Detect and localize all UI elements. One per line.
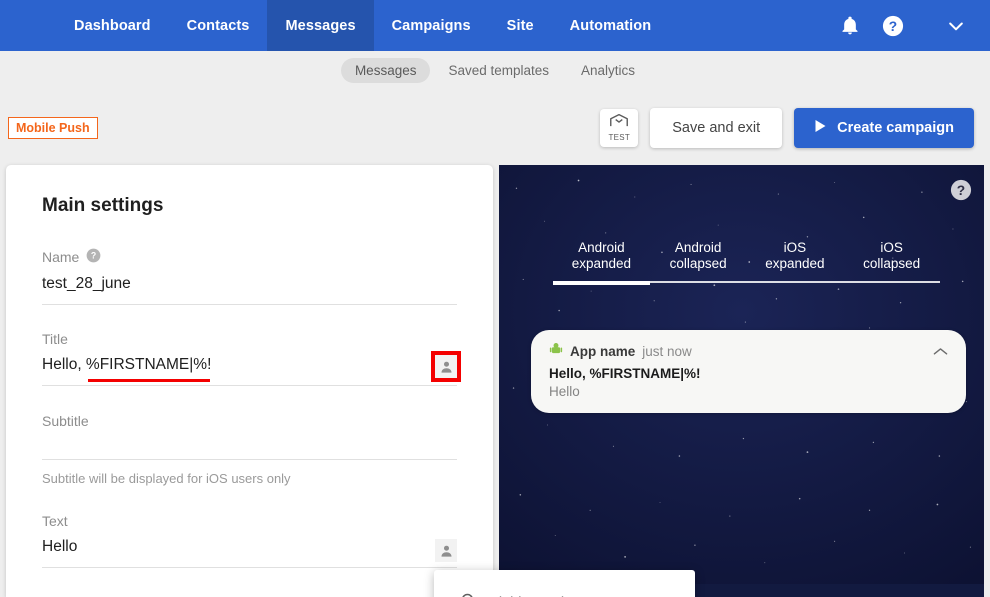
field-title-label: Title (42, 331, 457, 347)
preview-tabs: Android expanded Android collapsed iOS e… (553, 240, 940, 285)
field-subtitle-label: Subtitle (42, 413, 457, 429)
nav-item-automation[interactable]: Automation (552, 0, 670, 51)
play-triangle-icon (814, 119, 827, 137)
preview-tab-line2: collapsed (863, 256, 921, 271)
chevron-up-icon[interactable] (933, 343, 948, 361)
bell-icon[interactable] (840, 15, 860, 37)
help-circle-icon[interactable]: ? (882, 15, 904, 37)
save-and-exit-button[interactable]: Save and exit (650, 107, 783, 148)
field-label-text: Title (42, 331, 68, 347)
field-label-text: Name (42, 249, 80, 265)
nav-item-label: Site (506, 17, 534, 34)
svg-text:?: ? (957, 183, 965, 198)
nav-item-label: Campaigns (391, 17, 471, 34)
toolbar-actions: TEST Save and exit Create campaign (600, 107, 974, 148)
preview-tab-ios-expanded[interactable]: iOS expanded (747, 240, 844, 281)
nav-item-site[interactable]: Site (489, 0, 552, 51)
preview-tab-android-collapsed[interactable]: Android collapsed (650, 240, 747, 281)
help-circle-icon[interactable]: ? (86, 248, 101, 266)
preview-tab-line1: Android (578, 240, 625, 255)
personalization-dropdown: Field search First name External ID Othe… (434, 570, 695, 597)
svg-text:?: ? (91, 251, 96, 261)
page-title: Main settings (42, 195, 164, 216)
text-personalization-button[interactable] (435, 539, 457, 562)
main-settings-card: Main settings Name ? test_28_june Title … (6, 165, 493, 597)
preview-tab-line1: Android (674, 240, 722, 255)
field-subtitle: Subtitle Subtitle will be displayed for … (42, 413, 457, 486)
title-annotation-underline (88, 379, 210, 382)
nav-item-dashboard[interactable]: Dashboard (56, 0, 169, 51)
top-navigation-bar: Dashboard Contacts Messages Campaigns Si… (0, 0, 990, 51)
field-text-input[interactable]: Hello (42, 538, 457, 568)
create-campaign-label: Create campaign (837, 119, 954, 136)
notification-body: Hello (549, 384, 580, 399)
subnav-item-label: Analytics (581, 63, 636, 78)
nav-item-campaigns[interactable]: Campaigns (374, 0, 489, 51)
top-nav-right-actions: ? (840, 0, 990, 51)
field-label-text: Text (42, 513, 68, 529)
field-search-input[interactable]: Field search (434, 592, 695, 597)
field-name: Name ? test_28_june (42, 248, 457, 305)
subnav-item-label: Saved templates (448, 63, 550, 78)
campaign-toolbar: Mobile Push TEST Save and exit Create ca… (0, 90, 990, 165)
subnav-item-analytics[interactable]: Analytics (567, 58, 649, 83)
field-text-label: Text (42, 513, 457, 529)
subnav-item-messages[interactable]: Messages (340, 58, 431, 83)
message-preview-panel: ? Android expanded Android collapsed iOS… (499, 165, 984, 597)
search-icon (460, 592, 477, 597)
nav-item-label: Contacts (186, 17, 250, 34)
chevron-down-icon[interactable] (946, 16, 966, 36)
preview-tab-android-expanded[interactable]: Android expanded (553, 240, 650, 285)
notification-header: App name just now (549, 342, 948, 361)
preview-help-icon[interactable]: ? (950, 179, 972, 206)
field-title: Title Hello, %FIRSTNAME|%! (42, 331, 461, 386)
svg-text:?: ? (889, 19, 897, 34)
create-campaign-button[interactable]: Create campaign (794, 107, 974, 148)
android-robot-icon (549, 342, 563, 361)
notification-preview-card: App name just now Hello, %FIRSTNAME|%! H… (531, 330, 966, 413)
preview-tab-line2: collapsed (669, 256, 727, 271)
nav-item-messages[interactable]: Messages (267, 0, 374, 51)
notification-app-name: App name (570, 344, 636, 359)
preview-tab-line2: expanded (765, 256, 825, 271)
field-subtitle-input[interactable] (42, 438, 457, 460)
notification-title: Hello, %FIRSTNAME|%! (549, 366, 701, 381)
field-label-text: Subtitle (42, 413, 89, 429)
sub-navigation: Messages Saved templates Analytics (0, 51, 990, 90)
field-subtitle-hint: Subtitle will be displayed for iOS users… (42, 471, 291, 486)
status-badge: Mobile Push (8, 116, 98, 139)
subnav-item-label: Messages (354, 63, 417, 78)
send-test-button[interactable]: TEST (600, 108, 639, 147)
preview-tab-line1: iOS (783, 240, 807, 255)
nav-item-label: Dashboard (74, 17, 151, 34)
field-name-label: Name ? (42, 248, 457, 266)
preview-tab-ios-collapsed[interactable]: iOS collapsed (843, 240, 940, 281)
nav-item-label: Messages (285, 17, 356, 34)
preview-tab-line2: expanded (571, 256, 632, 271)
preview-tab-line1: iOS (880, 240, 903, 255)
field-text: Text Hello (42, 513, 457, 568)
field-name-input[interactable]: test_28_june (42, 275, 457, 305)
nav-item-contacts[interactable]: Contacts (169, 0, 268, 51)
send-test-button-label: TEST (608, 133, 631, 142)
page-body: Main settings Name ? test_28_june Title … (0, 165, 990, 597)
top-nav-items: Dashboard Contacts Messages Campaigns Si… (56, 0, 669, 51)
nav-item-label: Automation (569, 17, 652, 34)
notification-time: just now (642, 344, 692, 359)
envelope-open-icon (609, 113, 629, 132)
subnav-item-saved-templates[interactable]: Saved templates (434, 58, 563, 83)
personalization-button[interactable] (435, 355, 457, 378)
